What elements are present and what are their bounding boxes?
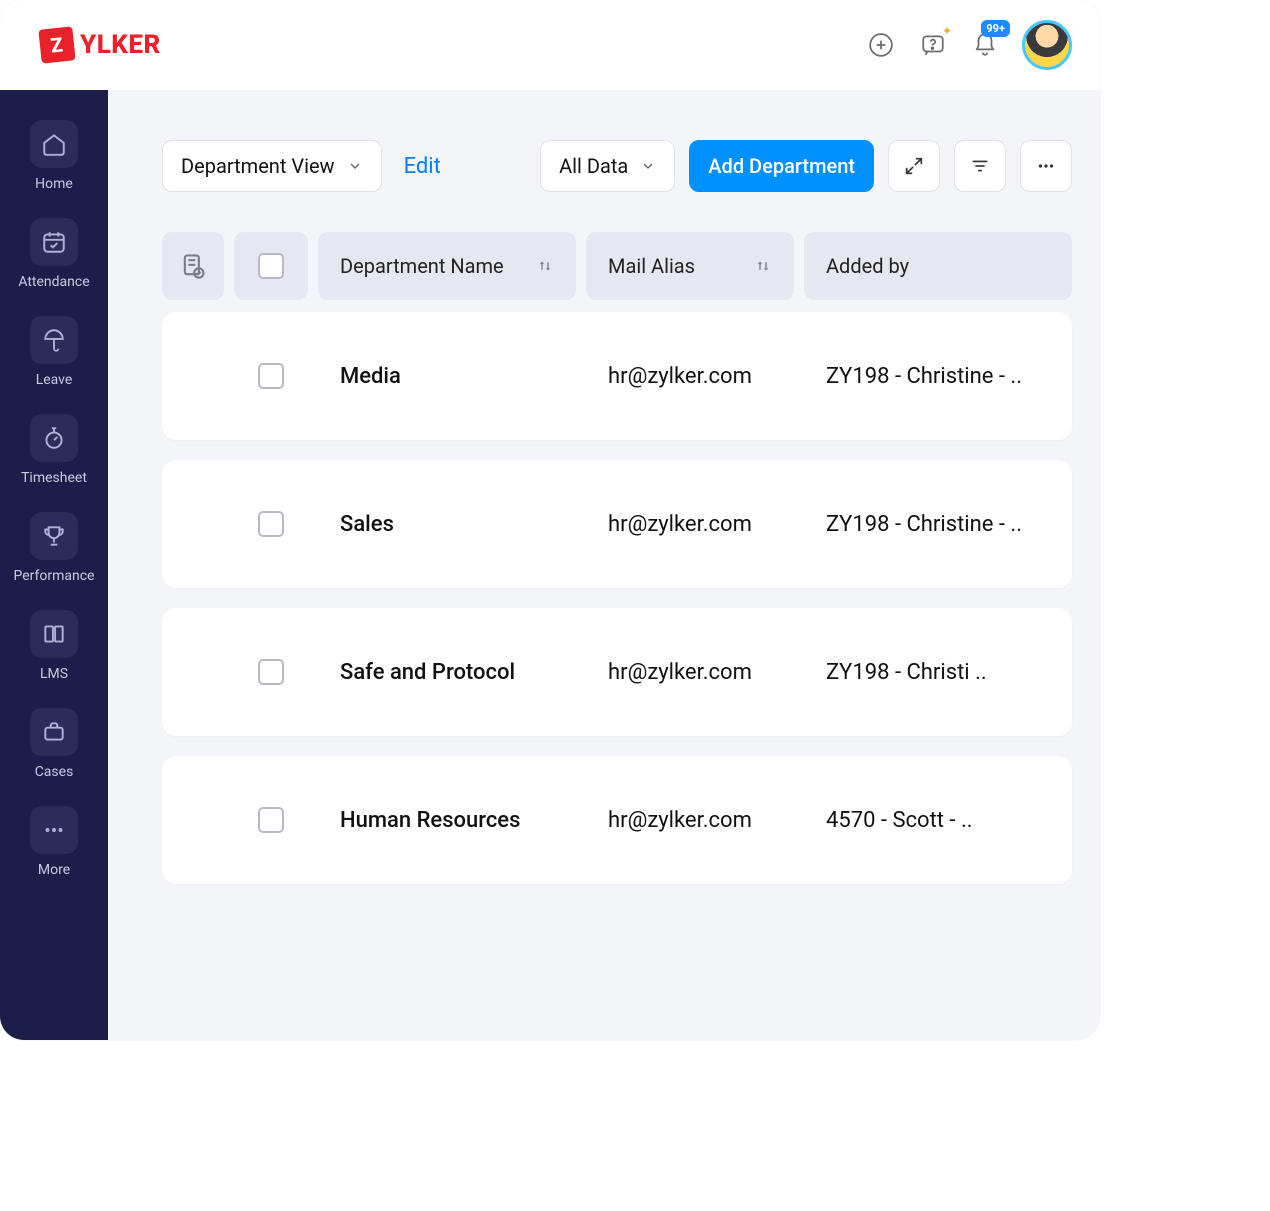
user-avatar[interactable] bbox=[1022, 20, 1072, 70]
sidebar-item-more[interactable]: More bbox=[0, 806, 108, 878]
sidebar-item-label: Cases bbox=[35, 764, 74, 780]
table-header: Department Name Mail Alias Added by bbox=[162, 232, 1072, 300]
sidebar-item-label: Leave bbox=[36, 372, 73, 388]
notifications-badge: 99+ bbox=[981, 20, 1010, 37]
table-row[interactable]: Safe and Protocol hr@zylker.com ZY198 - … bbox=[162, 608, 1072, 736]
trophy-icon bbox=[41, 523, 67, 549]
chevron-down-icon bbox=[640, 158, 656, 174]
expand-icon bbox=[903, 155, 925, 177]
row-checkbox[interactable] bbox=[258, 807, 284, 833]
sidebar: Home Attendance Leave Timesheet Performa… bbox=[0, 90, 108, 1040]
sidebar-item-label: Performance bbox=[14, 568, 95, 584]
home-icon bbox=[41, 131, 67, 157]
umbrella-icon bbox=[41, 327, 67, 353]
cell-added: ZY198 - Christine - .. bbox=[804, 512, 1072, 537]
add-label: Add Department bbox=[708, 154, 855, 178]
sidebar-item-label: More bbox=[38, 862, 70, 878]
chevron-down-icon bbox=[347, 158, 363, 174]
sidebar-item-cases[interactable]: Cases bbox=[0, 708, 108, 780]
view-label: Department View bbox=[181, 154, 335, 178]
table-row[interactable]: Human Resources hr@zylker.com 4570 - Sco… bbox=[162, 756, 1072, 884]
sidebar-item-leave[interactable]: Leave bbox=[0, 316, 108, 388]
sidebar-item-label: LMS bbox=[40, 666, 68, 682]
calendar-check-icon bbox=[41, 229, 67, 255]
brand-name: YLKER bbox=[80, 30, 161, 60]
column-label: Mail Alias bbox=[608, 254, 695, 278]
sidebar-item-home[interactable]: Home bbox=[0, 120, 108, 192]
column-mail-alias[interactable]: Mail Alias bbox=[586, 232, 794, 300]
sidebar-item-attendance[interactable]: Attendance bbox=[0, 218, 108, 290]
expand-button[interactable] bbox=[888, 140, 940, 192]
topbar-actions: ✦ 99+ bbox=[866, 20, 1072, 70]
main-content: Department View Edit All Data Add Depart… bbox=[108, 90, 1100, 1040]
cell-mail: hr@zylker.com bbox=[586, 808, 794, 833]
cell-name: Media bbox=[318, 364, 576, 389]
toolbar: Department View Edit All Data Add Depart… bbox=[162, 140, 1072, 192]
brand-badge: Z bbox=[38, 26, 75, 63]
row-checkbox[interactable] bbox=[258, 659, 284, 685]
cell-added: ZY198 - Christi .. bbox=[804, 660, 1072, 685]
row-checkbox[interactable] bbox=[258, 363, 284, 389]
briefcase-icon bbox=[41, 719, 67, 745]
column-added-by[interactable]: Added by bbox=[804, 232, 1072, 300]
document-icon bbox=[179, 252, 207, 280]
book-icon bbox=[41, 621, 67, 647]
filter-icon bbox=[969, 155, 991, 177]
select-all-checkbox[interactable] bbox=[258, 253, 284, 279]
column-label: Added by bbox=[826, 254, 909, 278]
sidebar-item-label: Timesheet bbox=[21, 470, 87, 486]
filter-button[interactable] bbox=[954, 140, 1006, 192]
cell-mail: hr@zylker.com bbox=[586, 512, 794, 537]
column-record-icon[interactable] bbox=[162, 232, 224, 300]
cell-added: 4570 - Scott - .. bbox=[804, 808, 1072, 833]
data-filter-dropdown[interactable]: All Data bbox=[540, 140, 675, 192]
sidebar-item-timesheet[interactable]: Timesheet bbox=[0, 414, 108, 486]
table-row[interactable]: Media hr@zylker.com ZY198 - Christine - … bbox=[162, 312, 1072, 440]
view-dropdown[interactable]: Department View bbox=[162, 140, 382, 192]
sort-icon bbox=[754, 257, 772, 275]
edit-link[interactable]: Edit bbox=[404, 154, 441, 179]
brand-logo: Z YLKER bbox=[40, 28, 161, 62]
cell-name: Sales bbox=[318, 512, 576, 537]
sidebar-item-performance[interactable]: Performance bbox=[0, 512, 108, 584]
filter-label: All Data bbox=[559, 154, 628, 178]
more-icon bbox=[41, 817, 67, 843]
column-select-all[interactable] bbox=[234, 232, 308, 300]
column-department-name[interactable]: Department Name bbox=[318, 232, 576, 300]
cell-name: Safe and Protocol bbox=[318, 660, 576, 685]
help-icon[interactable]: ✦ bbox=[918, 30, 948, 60]
dots-icon bbox=[1035, 155, 1057, 177]
add-icon[interactable] bbox=[866, 30, 896, 60]
sidebar-item-label: Attendance bbox=[18, 274, 89, 290]
table-row[interactable]: Sales hr@zylker.com ZY198 - Christine - … bbox=[162, 460, 1072, 588]
cell-added: ZY198 - Christine - .. bbox=[804, 364, 1072, 389]
more-actions-button[interactable] bbox=[1020, 140, 1072, 192]
sidebar-item-lms[interactable]: LMS bbox=[0, 610, 108, 682]
notifications-icon[interactable]: 99+ bbox=[970, 30, 1000, 60]
sidebar-item-label: Home bbox=[35, 176, 73, 192]
cell-mail: hr@zylker.com bbox=[586, 660, 794, 685]
column-label: Department Name bbox=[340, 254, 504, 278]
cell-mail: hr@zylker.com bbox=[586, 364, 794, 389]
stopwatch-icon bbox=[41, 425, 67, 451]
add-department-button[interactable]: Add Department bbox=[689, 140, 874, 192]
sort-icon bbox=[536, 257, 554, 275]
cell-name: Human Resources bbox=[318, 808, 576, 833]
sparkle-icon: ✦ bbox=[942, 24, 952, 38]
row-checkbox[interactable] bbox=[258, 511, 284, 537]
departments-table: Department Name Mail Alias Added by bbox=[162, 232, 1072, 884]
topbar: Z YLKER ✦ 99+ bbox=[0, 0, 1100, 90]
